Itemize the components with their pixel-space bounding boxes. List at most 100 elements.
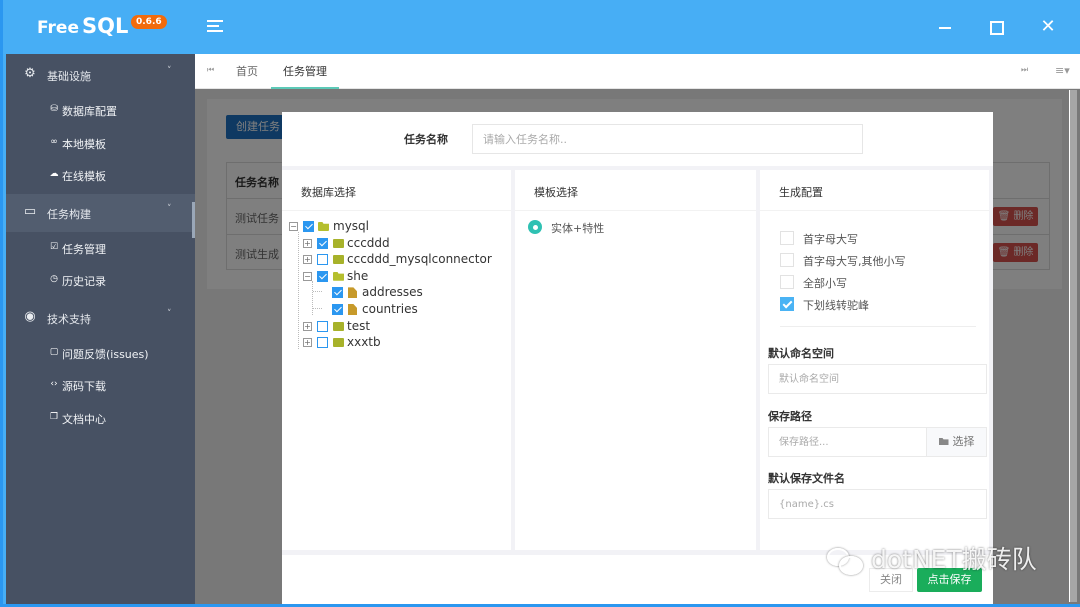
close-window-button[interactable]: ✕ [1038,17,1058,37]
checkbox[interactable] [780,231,794,245]
tab-menu-icon[interactable]: ≡▾ [1055,64,1070,77]
expand-icon[interactable]: + [303,238,312,248]
maximize-button[interactable] [987,17,1007,37]
code-icon: ‹› [50,379,58,389]
choose-path-button[interactable]: 选择 [926,427,987,457]
radio-selected-icon[interactable] [528,220,542,234]
expand-icon[interactable]: + [303,338,312,348]
app-window: Free SQL 0.6.6 ✕ ⚙ 基础设施 ˅ ⛁ 数据库配置 ∞ 本地模板 … [0,0,1080,607]
expand-icon[interactable]: + [303,255,312,265]
app-name-free: Free [37,18,79,38]
sidebar-item-label: 历史记录 [62,275,106,288]
chevron-down-icon: ˅ [167,203,172,214]
save-path-label: 保存路径 [768,410,812,423]
calendar-check-icon: ☑ [49,241,59,252]
checkbox-checked[interactable] [780,297,794,311]
sidebar-item-local-templates[interactable]: ∞ 本地模板 [6,127,195,160]
tree-checkbox[interactable] [332,303,343,315]
divider [515,210,756,211]
tree-node-label: countries [362,301,418,316]
fingerprint-icon: ◉ [24,308,36,324]
close-button[interactable]: 关闭 [869,568,913,592]
tree-node-label: test [347,318,371,333]
collapse-icon[interactable]: − [289,222,298,231]
tab-home[interactable]: 首页 [224,54,270,89]
tree-checkbox[interactable] [317,270,328,282]
tree-connector [312,281,313,315]
config-panel-title: 生成配置 [779,186,823,199]
table-file-icon [348,303,357,315]
tree-checkbox[interactable] [317,337,328,349]
tree-node-label: xxxtb [347,335,381,350]
sidebar-item-label: 问题反馈(issues) [62,347,149,361]
sidebar-group-label: 基础设施 [47,70,91,83]
comment-icon: ▢ [49,346,59,357]
sidebar-group-infrastructure[interactable]: ⚙ 基础设施 ˅ [6,56,195,94]
filename-label: 默认保存文件名 [768,472,845,485]
sidebar-item-source-download[interactable]: ‹› 源码下载 [6,369,195,402]
filename-input[interactable] [768,489,987,519]
page-scrollbar[interactable] [1069,90,1077,602]
save-button[interactable]: 点击保存 [917,568,982,592]
task-name-input[interactable] [472,124,863,154]
folder-open-icon [318,222,329,231]
sidebar-item-task-management[interactable]: ☑ 任务管理 [6,232,195,265]
sidebar-item-issues[interactable]: ▢ 问题反馈(issues) [6,337,195,370]
template-panel-title: 模板选择 [534,186,578,199]
tree-connector [298,232,299,349]
sidebar-item-label: 源码下载 [62,380,106,393]
divider [760,210,989,211]
sidebar-item-label: 本地模板 [62,137,106,151]
app-name: Free SQL [37,14,128,38]
tree-checkbox[interactable] [332,287,343,299]
cloud-icon: ☁ [49,169,59,179]
sidebar-item-online-templates[interactable]: ☁ 在线模板 [6,159,195,192]
tree-checkbox[interactable] [303,221,314,232]
collapse-icon[interactable]: − [303,271,312,281]
app-name-sql: SQL [81,14,129,38]
database-panel: 数据库选择 − mysql + cccddd + cccddd_mysqlcon… [282,170,511,550]
tree-node-label: she [347,268,369,283]
sidebar-group-task-build[interactable]: ▭ 任务构建 ˅ [6,193,195,232]
sidebar: ⚙ 基础设施 ˅ ⛁ 数据库配置 ∞ 本地模板 ☁ 在线模板 ▭ 任务构建 ˅ … [6,54,195,604]
tree-node-label: cccddd [347,235,390,250]
divider [282,210,511,211]
minimize-button[interactable] [936,17,956,37]
tab-scroll-right-icon[interactable]: ⏭ [1021,65,1028,75]
radio-label: 实体+特性 [551,222,605,235]
tree-connector [313,308,322,309]
tab-task-management[interactable]: 任务管理 [271,54,339,89]
tree-checkbox[interactable] [317,254,328,266]
save-path-input[interactable] [768,427,927,457]
sidebar-item-label: 任务管理 [62,242,106,256]
checkbox[interactable] [780,275,794,289]
folder-icon [333,338,344,348]
tab-scroll-left-icon[interactable]: ⏮ [207,65,214,75]
checkbox[interactable] [780,253,794,267]
app-logo: Free SQL 0.6.6 [3,0,195,54]
sidebar-item-history[interactable]: ◷ 历史记录 [6,264,195,297]
tree-checkbox[interactable] [317,237,328,249]
expand-icon[interactable]: + [303,321,312,331]
tree-checkbox[interactable] [317,320,328,332]
gear-icon: ⚙ [24,66,36,81]
link-icon: ∞ [50,136,58,147]
folder-icon [333,255,344,265]
sidebar-item-docs[interactable]: ❐ 文档中心 [6,402,195,435]
namespace-input[interactable] [768,364,987,394]
sidebar-group-support[interactable]: ◉ 技术支持 ˅ [6,299,195,337]
sidebar-item-label: 数据库配置 [62,105,117,118]
config-panel: 生成配置 首字母大写 首字母大写,其他小写 全部小写 下划线转驼峰 默认命名空间 [760,170,989,550]
database-panel-title: 数据库选择 [301,186,356,199]
namespace-label: 默认命名空间 [768,347,834,360]
table-file-icon [348,287,357,299]
sidebar-item-label: 在线模板 [62,170,106,183]
template-panel: 模板选择 实体+特性 [515,170,756,550]
menu-toggle-icon[interactable] [207,20,223,33]
folder-icon [333,238,344,248]
task-name-label: 任务名称 [404,133,448,146]
sidebar-item-database-config[interactable]: ⛁ 数据库配置 [6,94,195,127]
tree-node-label: cccddd_mysqlconnector [347,252,492,267]
folder-icon [333,321,344,331]
history-icon: ◷ [50,274,58,284]
